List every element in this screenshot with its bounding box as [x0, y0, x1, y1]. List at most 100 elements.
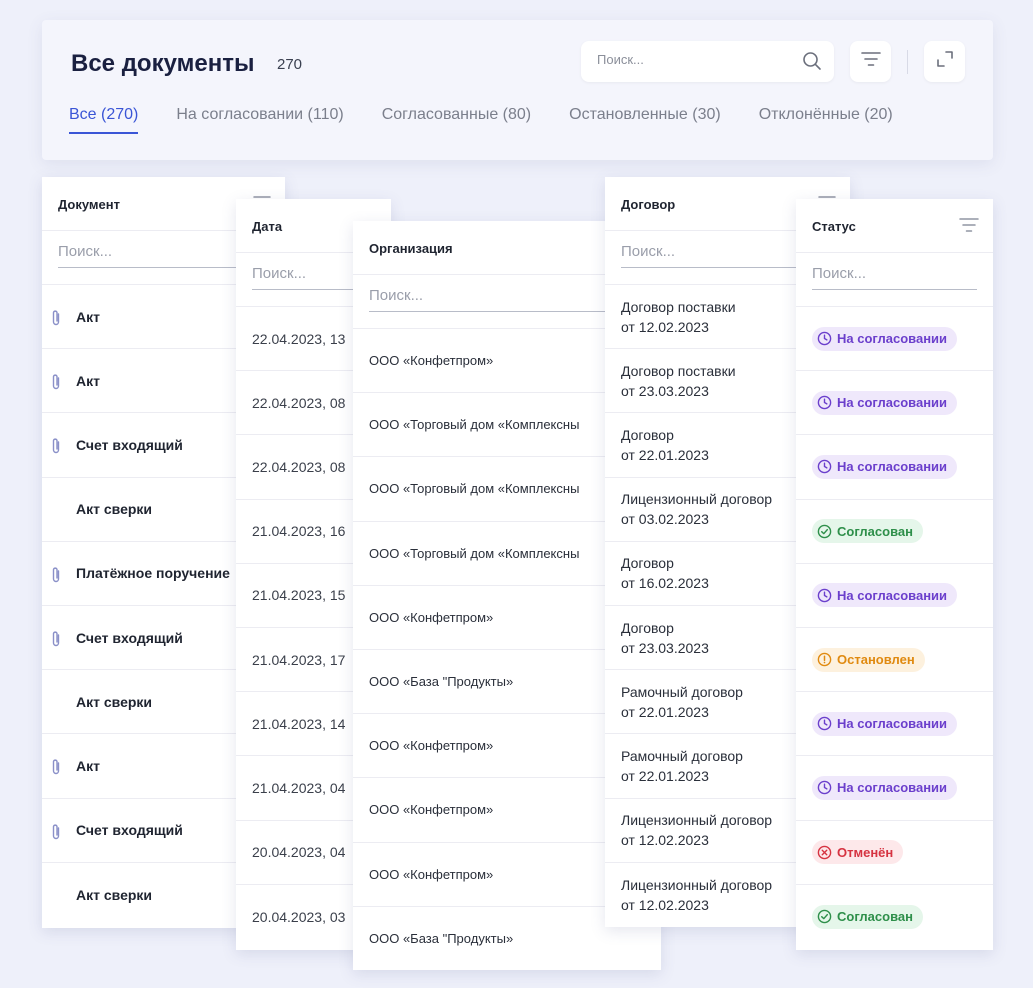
tab-all[interactable]: Все (270)	[69, 106, 139, 134]
column-search-input[interactable]	[812, 265, 977, 290]
table-row[interactable]: На согласовании	[796, 435, 993, 500]
table-row[interactable]: На согласовании	[796, 756, 993, 821]
column-status: Статус На согласованииНа согласованииНа …	[796, 199, 993, 950]
contract-date: от 22.01.2023	[621, 703, 709, 720]
table-row[interactable]: На согласовании	[796, 371, 993, 436]
clock-icon	[817, 331, 837, 346]
organization-name: ООО «Конфетпром»	[369, 353, 494, 369]
document-name: Акт	[76, 372, 100, 389]
document-name: Акт сверки	[76, 886, 153, 903]
document-name: Акт	[76, 308, 100, 325]
toolbar-divider	[907, 50, 908, 74]
global-search[interactable]	[581, 41, 834, 82]
contract-name: Договор	[621, 619, 674, 636]
table-row[interactable]: На согласовании	[796, 564, 993, 628]
status-badge: На согласовании	[812, 711, 958, 736]
clock-icon	[817, 395, 837, 410]
contract-date: от 22.01.2023	[621, 767, 709, 784]
column-search	[796, 253, 993, 307]
status-badge: Отменён	[812, 840, 904, 865]
document-name: Акт	[76, 757, 100, 774]
tab-approved[interactable]: Согласованные (80)	[382, 106, 531, 134]
organization-name: ООО «Конфетпром»	[369, 609, 494, 625]
contract-name: Рамочный договор	[621, 683, 743, 700]
paperclip-icon	[51, 309, 61, 330]
contract-name: Договор	[621, 426, 674, 443]
table-row[interactable]: На согласовании	[796, 307, 993, 372]
clock-icon	[817, 459, 837, 474]
column-title: Документ	[58, 197, 120, 212]
table-row[interactable]: Согласован	[796, 885, 993, 949]
paperclip-icon	[51, 373, 61, 394]
status-badge: На согласовании	[812, 390, 958, 415]
contract-name: Договор поставки	[621, 362, 736, 379]
expand-button[interactable]	[924, 41, 965, 82]
column-filter-icon[interactable]	[959, 217, 979, 238]
check-circle-icon	[817, 909, 837, 924]
organization-name: ООО «База "Продукты»	[369, 674, 514, 690]
status-label: На согласовании	[837, 780, 948, 796]
check-circle-icon	[817, 524, 837, 539]
contract-date: от 22.01.2023	[621, 446, 709, 463]
contract-name: Лицензионный договор	[621, 491, 773, 508]
contract-date: от 12.02.2023	[621, 896, 709, 913]
status-badge: На согласовании	[812, 326, 958, 351]
paperclip-icon	[51, 758, 61, 779]
clock-icon	[817, 716, 837, 731]
total-count: 270	[277, 56, 303, 73]
contract-date: от 03.02.2023	[621, 511, 709, 528]
tab-stopped[interactable]: Остановленные (30)	[569, 106, 721, 134]
tab-pending[interactable]: На согласовании (110)	[176, 106, 343, 134]
document-name: Акт сверки	[76, 693, 153, 710]
organization-name: ООО «Торговый дом «Комплексны	[369, 417, 580, 433]
status-badge: Согласован	[812, 904, 923, 929]
status-badge: На согласовании	[812, 454, 958, 479]
date-value: 21.04.2023, 14	[252, 715, 346, 732]
document-name: Платёжное поручение	[76, 565, 230, 582]
table-row[interactable]: Согласован	[796, 500, 993, 564]
paperclip-icon	[51, 823, 61, 844]
date-value: 21.04.2023, 17	[252, 651, 346, 668]
table-row[interactable]: На согласовании	[796, 692, 993, 757]
document-name: Акт сверки	[76, 501, 153, 518]
table-row[interactable]: Остановлен	[796, 628, 993, 693]
document-name: Счет входящий	[76, 436, 183, 453]
alert-circle-icon	[817, 652, 837, 667]
date-value: 22.04.2023, 13	[252, 330, 346, 347]
organization-name: ООО «Конфетпром»	[369, 738, 494, 754]
page-title: Все документы	[71, 50, 255, 77]
contract-name: Договор	[621, 555, 674, 572]
column-title: Договор	[621, 197, 676, 212]
organization-name: ООО «Конфетпром»	[369, 802, 494, 818]
status-label: Остановлен	[837, 652, 915, 668]
paperclip-icon	[51, 566, 61, 587]
status-label: Согласован	[837, 909, 913, 925]
status-badge: Остановлен	[812, 647, 925, 672]
date-value: 21.04.2023, 16	[252, 523, 346, 540]
tab-rejected[interactable]: Отклонённые (20)	[759, 106, 893, 134]
contract-name: Лицензионный договор	[621, 812, 773, 829]
status-label: На согласовании	[837, 587, 948, 603]
status-label: На согласовании	[837, 331, 948, 347]
clock-icon	[817, 780, 837, 795]
status-badge: Согласован	[812, 519, 923, 544]
contract-name: Рамочный договор	[621, 747, 743, 764]
table-row[interactable]: Отменён	[796, 821, 993, 885]
search-icon[interactable]	[802, 51, 822, 76]
x-circle-icon	[817, 845, 837, 860]
filter-icon	[860, 51, 881, 72]
contract-date: от 23.03.2023	[621, 382, 709, 399]
status-rows: На согласовании На согласовании На согласо…	[796, 307, 993, 949]
paperclip-icon	[51, 437, 61, 458]
column-title: Дата	[252, 219, 283, 234]
status-badge: На согласовании	[812, 775, 958, 800]
date-value: 22.04.2023, 08	[252, 394, 346, 411]
global-search-input[interactable]	[597, 52, 787, 67]
paperclip-icon	[51, 630, 61, 651]
clock-icon	[817, 588, 837, 603]
column-title: Статус	[812, 219, 856, 234]
expand-icon	[936, 50, 954, 73]
contract-date: от 12.02.2023	[621, 832, 709, 849]
column-search-input[interactable]	[369, 287, 645, 312]
filter-button[interactable]	[850, 41, 891, 82]
